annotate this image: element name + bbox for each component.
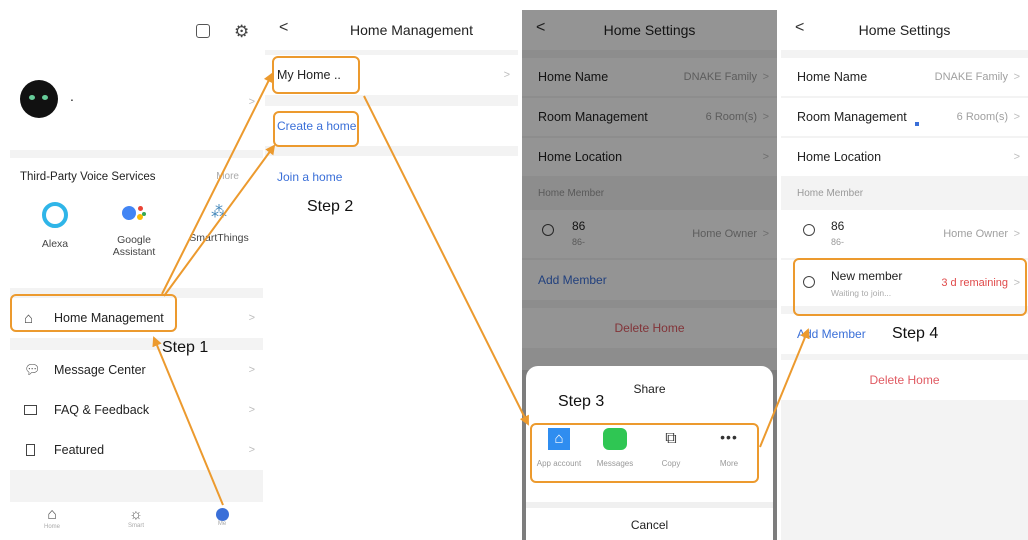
- arrow-to-create: [163, 144, 276, 297]
- arrow-overlay: [152, 72, 810, 506]
- arrow-to-myhome: [161, 72, 273, 295]
- arrow-step3: [363, 95, 529, 426]
- arrow-step4: [759, 328, 810, 448]
- arrow-step1: [152, 336, 224, 506]
